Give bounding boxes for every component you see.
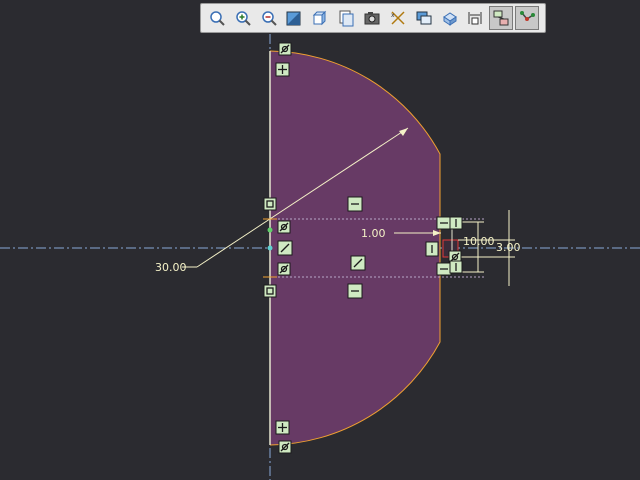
radius-dimension-value[interactable]: 30.00 bbox=[155, 261, 187, 274]
horizontal-constraint-slot-bottom[interactable] bbox=[436, 262, 452, 276]
horizontal-constraint-slot-top[interactable] bbox=[436, 216, 452, 230]
vertex-point-top[interactable] bbox=[267, 227, 273, 233]
sketch-canvas[interactable]: 30.00 1.00 10.00 3.00 bbox=[0, 0, 640, 480]
vertical-constraint-slot-left[interactable] bbox=[425, 241, 439, 257]
coincident-constraint-upper[interactable] bbox=[263, 197, 277, 211]
vertex-point-center[interactable] bbox=[267, 245, 273, 251]
width-dimension-value[interactable]: 10.00 bbox=[463, 235, 495, 248]
vertical-constraint-slot-top[interactable] bbox=[449, 216, 463, 230]
sketch-profile-fill[interactable] bbox=[270, 51, 440, 445]
fix-constraint-bottom[interactable] bbox=[275, 420, 290, 435]
tangent-constraint-mid-upper[interactable] bbox=[277, 220, 291, 234]
tangent-constraint-mid-lower[interactable] bbox=[277, 262, 291, 276]
parallel-constraint-center[interactable] bbox=[277, 240, 293, 256]
coincident-constraint-lower[interactable] bbox=[263, 284, 277, 298]
tangent-constraint-bottom[interactable] bbox=[278, 440, 292, 454]
tangent-constraint-top[interactable] bbox=[278, 42, 292, 56]
fix-constraint-top[interactable] bbox=[275, 62, 290, 77]
parallel-constraint-inner[interactable] bbox=[350, 255, 366, 271]
horizontal-constraint-upper[interactable] bbox=[347, 196, 363, 212]
offset-dimension-value[interactable]: 1.00 bbox=[361, 227, 386, 240]
horizontal-constraint-lower[interactable] bbox=[347, 283, 363, 299]
vertical-constraint-slot-bottom[interactable] bbox=[449, 260, 463, 274]
height-dimension-value[interactable]: 3.00 bbox=[496, 241, 521, 254]
